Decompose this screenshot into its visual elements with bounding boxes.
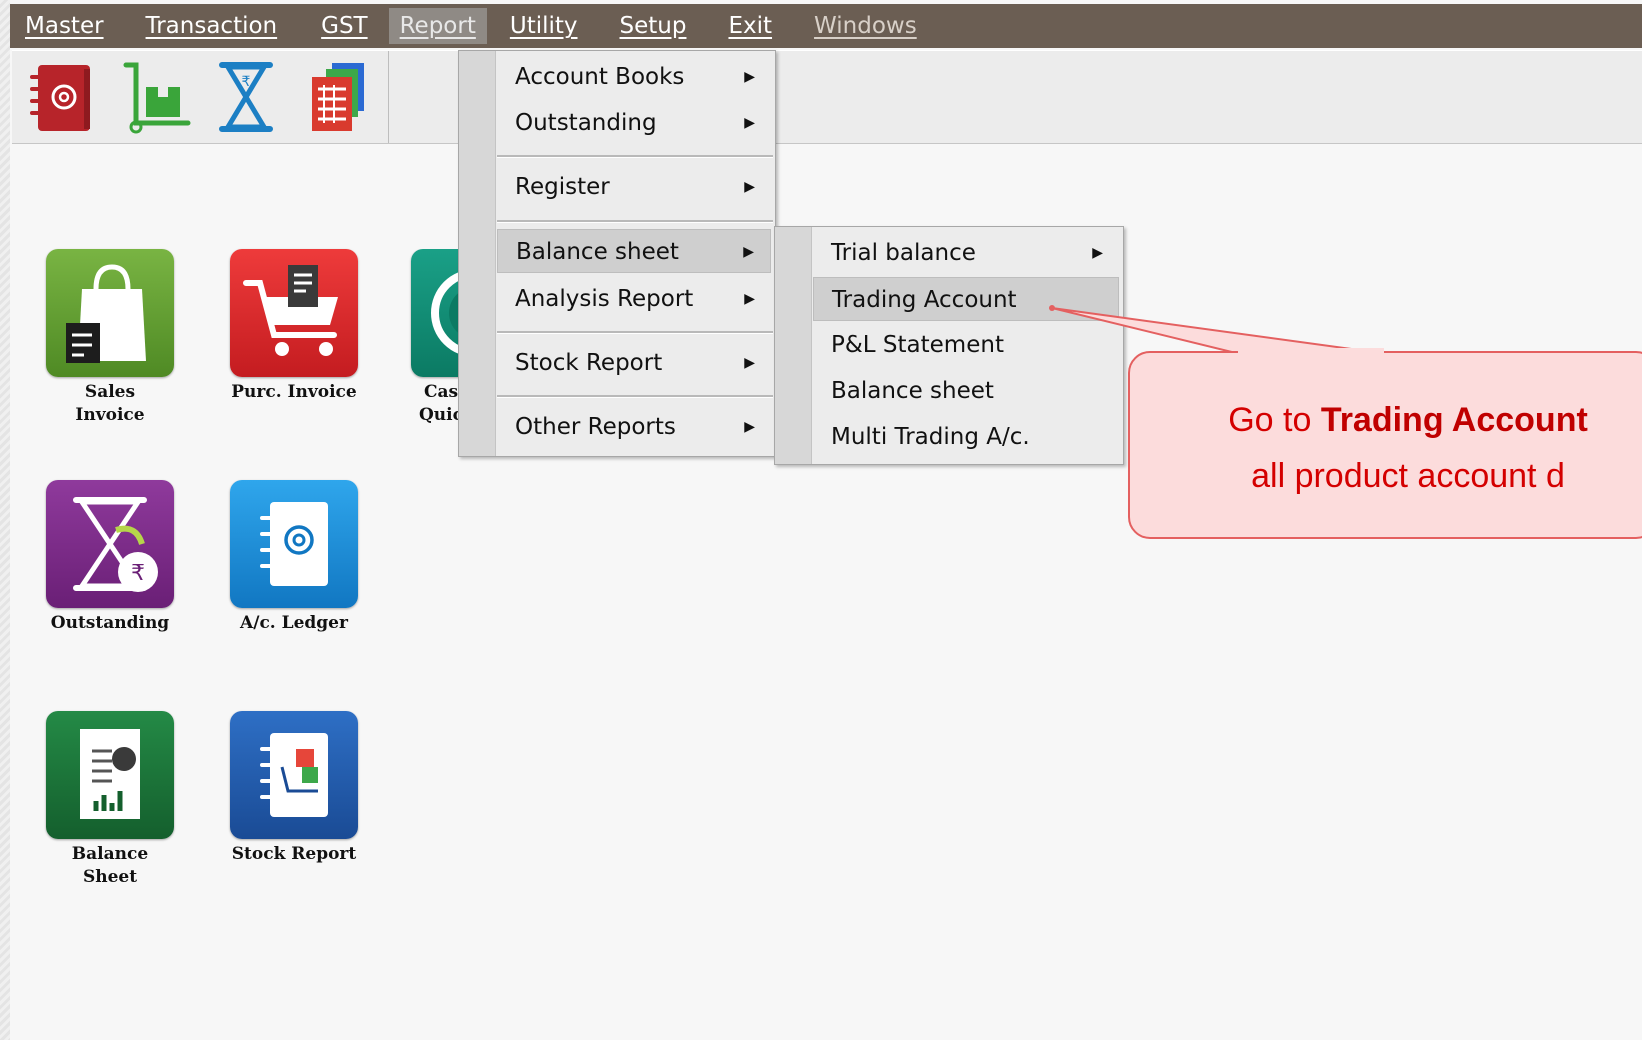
delivery-trolley-icon[interactable] xyxy=(118,59,194,135)
callout-text: Go to Trading Account all product accoun… xyxy=(1128,392,1642,504)
menu-bar: Master Transaction GST Report Utility Se… xyxy=(10,4,1642,48)
sales-invoice-shortcut[interactable]: Sales Invoice xyxy=(20,249,200,439)
menu-transaction[interactable]: Transaction xyxy=(135,8,289,44)
menu-item-label: Other Reports xyxy=(515,414,676,440)
menu-separator xyxy=(497,155,773,158)
window-left-edge xyxy=(0,0,10,1040)
menu-item-other-reports[interactable]: Other Reports ▶ xyxy=(497,405,771,449)
menu-item-account-books[interactable]: Account Books ▶ xyxy=(497,55,771,99)
callout-line-2: all product account d xyxy=(1251,457,1565,495)
menu-separator xyxy=(497,395,773,398)
stock-book-icon xyxy=(230,711,358,839)
balance-sheet-shortcut[interactable]: Balance Sheet xyxy=(20,711,200,901)
menu-item-label: Account Books xyxy=(515,64,685,90)
app-label: Cas Quic xyxy=(419,382,463,425)
menu-item-label: Register xyxy=(515,174,610,200)
submenu-arrow-icon: ▶ xyxy=(1092,245,1103,261)
shopping-cart-icon xyxy=(230,249,358,377)
menu-item-label: Multi Trading A/c. xyxy=(831,424,1030,450)
menu-gutter xyxy=(459,51,496,456)
report-stack-icon[interactable] xyxy=(302,59,378,135)
submenu-arrow-icon: ▶ xyxy=(744,179,755,195)
menu-item-balance-sheet[interactable]: Balance sheet ▶ xyxy=(497,229,771,273)
app-label: Balance Sheet xyxy=(71,844,149,887)
menu-item-outstanding[interactable]: Outstanding ▶ xyxy=(497,101,771,145)
menu-item-trial-balance[interactable]: Trial balance ▶ xyxy=(813,231,1119,275)
pie-chart-document-icon xyxy=(46,711,174,839)
menu-gutter xyxy=(775,227,812,464)
menu-exit[interactable]: Exit xyxy=(717,8,783,44)
menu-item-stock-report[interactable]: Stock Report ▶ xyxy=(497,341,771,385)
app-label: Purc. Invoice xyxy=(231,382,357,402)
menu-item-analysis-report[interactable]: Analysis Report ▶ xyxy=(497,277,771,321)
app-label: Outstanding xyxy=(50,613,170,633)
menu-item-register[interactable]: Register ▶ xyxy=(497,165,771,209)
toolbar: ₹ xyxy=(12,50,1642,144)
menu-windows[interactable]: Windows xyxy=(803,8,928,44)
address-book-icon xyxy=(230,480,358,608)
menu-separator xyxy=(497,331,773,334)
app-label: Stock Report xyxy=(231,844,357,864)
menu-separator xyxy=(497,220,773,223)
menu-item-label: Analysis Report xyxy=(515,286,694,312)
callout-bold: Trading Account xyxy=(1320,401,1588,439)
menu-item-balance-sheet-report[interactable]: Balance sheet xyxy=(813,369,1119,413)
submenu-arrow-icon: ▶ xyxy=(744,355,755,371)
shopping-bag-icon xyxy=(46,249,174,377)
menu-item-label: Stock Report xyxy=(515,350,663,376)
purchase-invoice-shortcut[interactable]: Purc. Invoice xyxy=(204,249,384,419)
menu-item-label: Balance sheet xyxy=(516,239,679,265)
menu-item-label: Balance sheet xyxy=(831,378,994,404)
callout-joint xyxy=(1238,348,1384,356)
submenu-arrow-icon: ▶ xyxy=(744,115,755,131)
stock-report-shortcut[interactable]: Stock Report xyxy=(204,711,384,881)
cash-icon xyxy=(411,249,465,377)
svg-text:₹: ₹ xyxy=(131,561,145,586)
cash-quick-shortcut[interactable]: Cas Quic xyxy=(385,249,465,429)
submenu-arrow-icon: ▶ xyxy=(744,291,755,307)
submenu-arrow-icon: ▶ xyxy=(743,244,754,260)
menu-master[interactable]: Master xyxy=(14,8,115,44)
address-book-icon[interactable] xyxy=(24,59,100,135)
outstanding-shortcut[interactable]: ₹ Outstanding xyxy=(20,480,200,650)
submenu-arrow-icon: ▶ xyxy=(744,419,755,435)
callout-prefix: Go to xyxy=(1228,401,1321,439)
menu-utility[interactable]: Utility xyxy=(499,8,589,44)
menu-item-label: Trading Account xyxy=(832,287,1017,313)
menu-report[interactable]: Report xyxy=(388,8,487,44)
toolbar-separator xyxy=(388,51,389,143)
menu-item-label: P&L Statement xyxy=(831,332,1004,358)
report-menu: Account Books ▶ Outstanding ▶ Register ▶ Ba… xyxy=(458,50,776,457)
app-label: A/c. Ledger xyxy=(240,613,348,633)
submenu-arrow-icon: ▶ xyxy=(744,69,755,85)
menu-setup[interactable]: Setup xyxy=(609,8,698,44)
ac-ledger-shortcut[interactable]: A/c. Ledger xyxy=(204,480,384,650)
hourglass-rupee-icon: ₹ xyxy=(46,480,174,608)
menu-item-label: Trial balance xyxy=(831,240,976,266)
menu-item-label: Outstanding xyxy=(515,110,657,136)
app-label: Sales Invoice xyxy=(75,382,145,425)
menu-item-multi-trading[interactable]: Multi Trading A/c. xyxy=(813,415,1119,459)
callout-line-1: Go to Trading Account xyxy=(1128,392,1642,448)
hourglass-rupee-icon[interactable]: ₹ xyxy=(208,59,284,135)
menu-gst[interactable]: GST xyxy=(310,8,378,44)
svg-text:₹: ₹ xyxy=(242,74,251,90)
